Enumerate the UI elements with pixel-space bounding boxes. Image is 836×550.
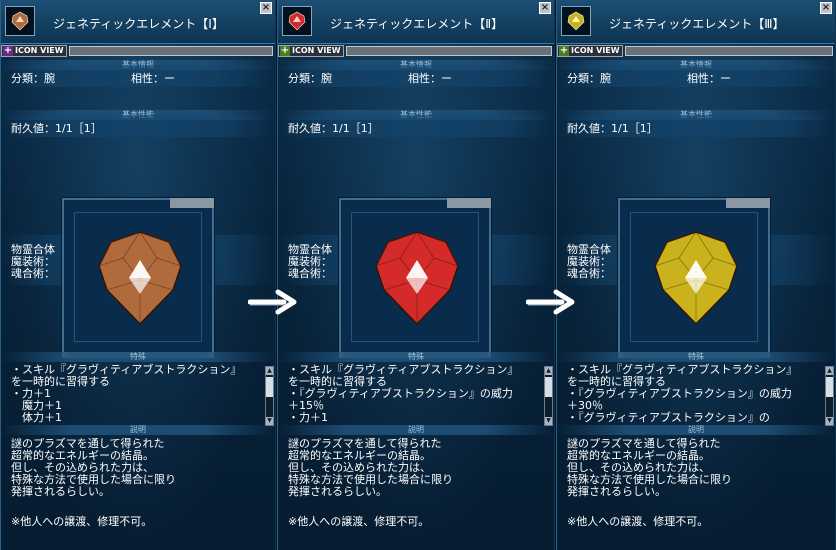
item-image-box <box>339 198 491 358</box>
affinity-label: 相性：ー <box>408 72 452 85</box>
affinity-label: 相性：ー <box>687 72 731 85</box>
stat-line: 魂合術： <box>288 267 332 280</box>
item-image-box <box>618 198 770 358</box>
item-icon <box>5 6 35 36</box>
gem-bronze-icon <box>11 11 29 31</box>
category-label: 分類：腕 <box>288 72 332 85</box>
item-tooltip-panel-3: ジェネティックエレメント【Ⅲ】 × + ICON VIEW 基本情報 分類：腕 … <box>556 0 836 550</box>
icon-view-button[interactable]: + ICON VIEW <box>557 45 623 57</box>
right-arrow-icon <box>248 289 297 315</box>
description-line: 発揮されるらしい。 <box>11 485 110 498</box>
title-bar[interactable]: ジェネティックエレメント【Ⅲ】 × <box>557 0 835 44</box>
plus-icon: + <box>559 45 569 56</box>
transfer-note: ※他人への譲渡、修理不可。 <box>11 515 153 528</box>
gem-red-icon <box>375 231 459 326</box>
description-text: 謎のプラズマを通して得られた 超常的なエネルギーの結晶。 但し、その込められた力は、… <box>567 438 732 498</box>
icon-view-label: ICON VIEW <box>15 46 64 55</box>
durability-value: 耐久値：1/1［1］ <box>567 122 658 135</box>
scroll-up-button[interactable]: ▲ <box>545 367 552 375</box>
transfer-note: ※他人への譲渡、修理不可。 <box>288 515 430 528</box>
section-header-description: 説明 <box>557 425 835 435</box>
scroll-down-button[interactable]: ▼ <box>545 417 552 425</box>
gem-red-icon <box>288 11 306 31</box>
plus-icon: + <box>280 45 290 56</box>
item-image-box <box>62 198 214 358</box>
section-header-description: 説明 <box>278 425 554 435</box>
icon-view-button[interactable]: + ICON VIEW <box>278 45 344 57</box>
scroll-thumb[interactable] <box>545 377 552 397</box>
effect-line: 体力＋1 <box>11 411 62 424</box>
right-arrow-icon <box>526 289 575 315</box>
icon-view-label: ICON VIEW <box>292 46 341 55</box>
scroll-thumb[interactable] <box>266 377 273 397</box>
description-text: 謎のプラズマを通して得られた 超常的なエネルギーの結晶。 但し、その込められた力は、… <box>11 438 176 498</box>
effects-scrollbar[interactable]: ▲ ▼ <box>825 366 834 426</box>
effects-area: ・スキル『グラヴィティアブストラクション』 を一時的に習得する ・『グラヴィティアブ… <box>557 360 835 428</box>
item-tooltip-panel-2: ジェネティックエレメント【Ⅱ】 × + ICON VIEW 基本情報 分類：腕 … <box>277 0 555 550</box>
item-icon <box>282 6 312 36</box>
effect-line: ・『グラヴィティアブストラクション』の <box>567 411 770 424</box>
transfer-note: ※他人への譲渡、修理不可。 <box>567 515 709 528</box>
effects-area: ・スキル『グラヴィティアブストラクション』 を一時的に習得する ・『グラヴィティアブ… <box>278 360 554 428</box>
effects-scrollbar[interactable]: ▲ ▼ <box>265 366 274 426</box>
item-title: ジェネティックエレメント【Ⅲ】 <box>609 17 785 31</box>
gem-yellow-icon <box>654 231 738 326</box>
frame-corner <box>447 198 491 208</box>
description-line: 発揮されるらしい。 <box>288 485 387 498</box>
icon-view-button[interactable]: + ICON VIEW <box>1 45 67 57</box>
plus-icon: + <box>3 45 13 56</box>
scroll-thumb[interactable] <box>826 377 833 397</box>
close-button[interactable]: × <box>820 2 832 14</box>
item-title: ジェネティックエレメント【Ⅱ】 <box>330 17 504 31</box>
scroll-up-button[interactable]: ▲ <box>826 367 833 375</box>
icon-view-bar <box>69 46 273 56</box>
durability-value: 耐久値：1/1［1］ <box>288 122 379 135</box>
item-title: ジェネティックエレメント【Ⅰ】 <box>53 17 224 31</box>
category-label: 分類：腕 <box>11 72 55 85</box>
item-tooltip-panel-1: ジェネティックエレメント【Ⅰ】 × + ICON VIEW 基本情報 分類：腕 … <box>0 0 276 550</box>
gem-yellow-icon <box>567 11 585 31</box>
scroll-down-button[interactable]: ▼ <box>266 417 273 425</box>
effects-area: ・スキル『グラヴィティアブストラクション』 を一時的に習得する ・力＋1 魔力＋1 … <box>1 360 275 428</box>
affinity-label: 相性：ー <box>131 72 175 85</box>
effects-scrollbar[interactable]: ▲ ▼ <box>544 366 553 426</box>
title-bar[interactable]: ジェネティックエレメント【Ⅱ】 × <box>278 0 554 44</box>
stat-line: 魂合術： <box>567 267 611 280</box>
scroll-down-button[interactable]: ▼ <box>826 417 833 425</box>
section-header-description: 説明 <box>1 425 275 435</box>
effect-line: ・力＋1 <box>288 411 328 424</box>
icon-view-bar <box>625 46 833 56</box>
gem-bronze-icon <box>98 231 182 326</box>
stat-line: 魂合術： <box>11 267 55 280</box>
icon-view-bar <box>346 46 552 56</box>
effects-list: ・スキル『グラヴィティアブストラクション』 を一時的に習得する ・『グラヴィティアブ… <box>288 364 518 424</box>
close-button[interactable]: × <box>539 2 551 14</box>
frame-corner <box>170 198 214 208</box>
effects-list: ・スキル『グラヴィティアブストラクション』 を一時的に習得する ・『グラヴィティアブ… <box>567 364 797 424</box>
close-button[interactable]: × <box>260 2 272 14</box>
durability-value: 耐久値：1/1［1］ <box>11 122 102 135</box>
description-line: 発揮されるらしい。 <box>567 485 666 498</box>
category-label: 分類：腕 <box>567 72 611 85</box>
scroll-up-button[interactable]: ▲ <box>266 367 273 375</box>
item-icon <box>561 6 591 36</box>
icon-view-label: ICON VIEW <box>571 46 620 55</box>
description-text: 謎のプラズマを通して得られた 超常的なエネルギーの結晶。 但し、その込められた力は、… <box>288 438 453 498</box>
title-bar[interactable]: ジェネティックエレメント【Ⅰ】 × <box>1 0 275 44</box>
frame-corner <box>726 198 770 208</box>
effects-list: ・スキル『グラヴィティアブストラクション』 を一時的に習得する ・力＋1 魔力＋1 … <box>11 364 241 424</box>
